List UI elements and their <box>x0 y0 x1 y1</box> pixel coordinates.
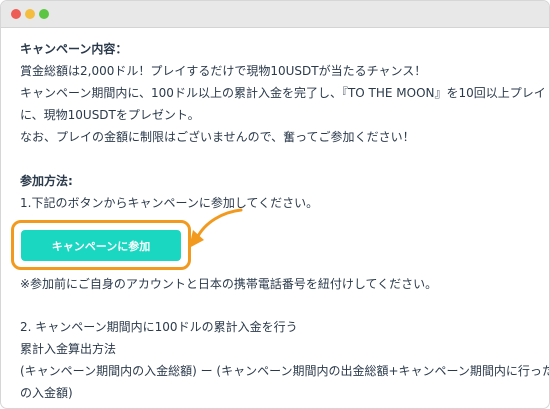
join-campaign-button[interactable]: キャンペーンに参加 <box>21 230 181 261</box>
details-heading: キャンペーン内容： <box>20 42 128 56</box>
method-heading: 参加方法: <box>20 174 73 188</box>
registration-note: ※参加前にご自身のアカウントと日本の携帯電話番号を紐付けしてください。 <box>20 277 438 291</box>
details-line-condition: キャンペーン期間内に、100ドル以上の累計入金を完了し、『TO THE MOON… <box>20 86 546 100</box>
cta-highlight-frame: キャンペーンに参加 <box>11 220 191 270</box>
details-line-prize: 賞金総額は2,000ドル！プレイするだけで現物10USDTが当たるチャンス！ <box>20 64 427 78</box>
step-1-text: 1.下記のボタンからキャンペーンに参加してください。 <box>20 196 319 210</box>
close-dot[interactable] <box>11 9 21 19</box>
pointer-arrow-icon <box>189 208 243 248</box>
browser-window: キャンペーン内容： 賞金総額は2,000ドル！プレイするだけで現物10USDTが… <box>0 0 550 409</box>
step-2-text: 2. キャンペーン期間内に100ドルの累計入金を行う <box>20 320 298 334</box>
campaign-content: キャンペーン内容： 賞金総額は2,000ドル！プレイするだけで現物10USDTが… <box>1 28 549 408</box>
minimize-dot[interactable] <box>25 9 35 19</box>
zoom-dot[interactable] <box>39 9 49 19</box>
calc-heading: 累計入金算出方法 <box>20 342 117 356</box>
calc-formula-line2: の入金額) <box>20 386 73 400</box>
calc-formula-line1: (キャンペーン期間内の入金総額) ー (キャンペーン期間内の出金総額+キャンペー… <box>20 364 549 378</box>
details-line-reward: に、現物10USDTをプレゼント。 <box>20 108 200 122</box>
details-line-note: なお、プレイの金額に制限はございませんので、奮ってご参加ください！ <box>20 130 415 144</box>
title-bar <box>1 1 549 28</box>
